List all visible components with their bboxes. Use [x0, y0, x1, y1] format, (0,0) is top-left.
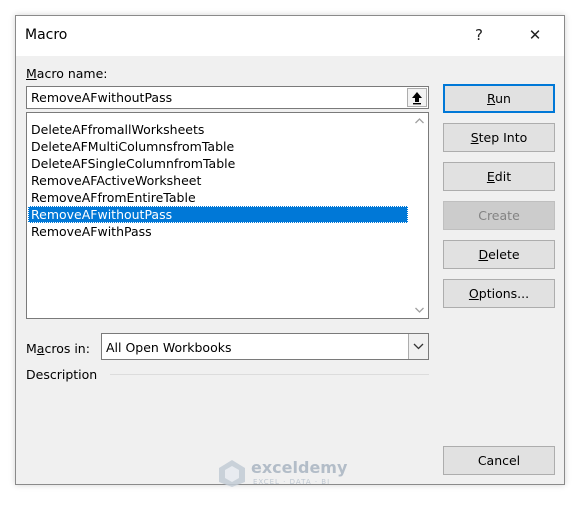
macro-list-item[interactable]: DeleteAFfromallWorksheets [28, 121, 408, 138]
watermark-name: exceldemy [251, 458, 348, 477]
title-bar: Macro ? ✕ [16, 16, 564, 56]
create-button-label: Create [478, 208, 520, 223]
description-label: Description [26, 367, 98, 382]
list-vertical-scrollbar[interactable] [411, 113, 428, 318]
macro-name-label: Macro name: [26, 66, 107, 81]
step-into-access-key: S [470, 130, 479, 145]
macro-name-input[interactable] [27, 87, 403, 108]
chevron-down-icon [413, 343, 424, 350]
macros-in-label-prefix: M [26, 341, 37, 356]
edit-button-label: dit [494, 169, 512, 184]
macro-name-upload-button[interactable] [407, 88, 427, 107]
macro-list-item[interactable]: RemoveAFwithoutPass [28, 206, 408, 223]
scroll-down-icon[interactable] [411, 301, 428, 318]
macro-list[interactable]: DeleteAFfromallWorksheets DeleteAFMultiCo… [26, 112, 429, 319]
macro-dialog: Macro ? ✕ Macro name: DeleteAFfromallWor… [15, 15, 565, 487]
run-access-key: R [487, 91, 496, 106]
macros-in-select[interactable]: All Open Workbooks [101, 333, 429, 360]
watermark-tagline: EXCEL · DATA · BI [253, 478, 331, 486]
exceldemy-logo-icon [219, 460, 245, 487]
step-into-button[interactable]: Step Into [443, 123, 555, 152]
delete-button[interactable]: Delete [443, 240, 555, 269]
delete-button-label: elete [488, 247, 520, 262]
macro-list-item[interactable]: DeleteAFMultiColumnsfromTable [28, 138, 408, 155]
cancel-button[interactable]: Cancel [443, 446, 555, 475]
step-into-button-label: tep Into [478, 130, 528, 145]
scroll-up-icon[interactable] [411, 113, 428, 130]
arrow-up-icon [412, 92, 422, 105]
macros-in-value: All Open Workbooks [106, 340, 232, 355]
options-button-label: ptions... [478, 286, 530, 301]
run-button-label: un [495, 91, 511, 106]
dialog-title: Macro [25, 27, 68, 43]
macro-list-item[interactable]: RemoveAFfromEntireTable [28, 189, 408, 206]
cancel-button-label: Cancel [477, 453, 521, 468]
close-button[interactable]: ✕ [522, 23, 548, 47]
description-divider [110, 374, 429, 375]
macro-name-access-key: M [26, 66, 37, 81]
macro-list-item[interactable]: RemoveAFwithPass [28, 223, 408, 240]
help-button[interactable]: ? [466, 23, 492, 47]
macro-list-item[interactable]: RemoveAFActiveWorksheet [28, 172, 408, 189]
macros-in-label: Macros in: [26, 341, 90, 356]
macro-list-item[interactable]: DeleteAFSingleColumnfromTable [28, 155, 408, 172]
edit-button[interactable]: Edit [443, 162, 555, 191]
options-button[interactable]: Options... [443, 279, 555, 308]
run-button[interactable]: Run [443, 84, 555, 113]
macros-in-dropdown-button[interactable] [408, 334, 428, 359]
macros-in-label-text: cros in: [44, 341, 90, 356]
delete-access-key: D [478, 247, 489, 262]
edit-access-key: E [486, 169, 495, 184]
macro-name-field[interactable] [26, 86, 429, 109]
exceldemy-watermark: exceldemy EXCEL · DATA · BI [217, 457, 367, 491]
macro-name-label-text: acro name: [36, 66, 108, 81]
create-button[interactable]: Create [443, 201, 555, 230]
options-access-key: O [468, 286, 479, 301]
